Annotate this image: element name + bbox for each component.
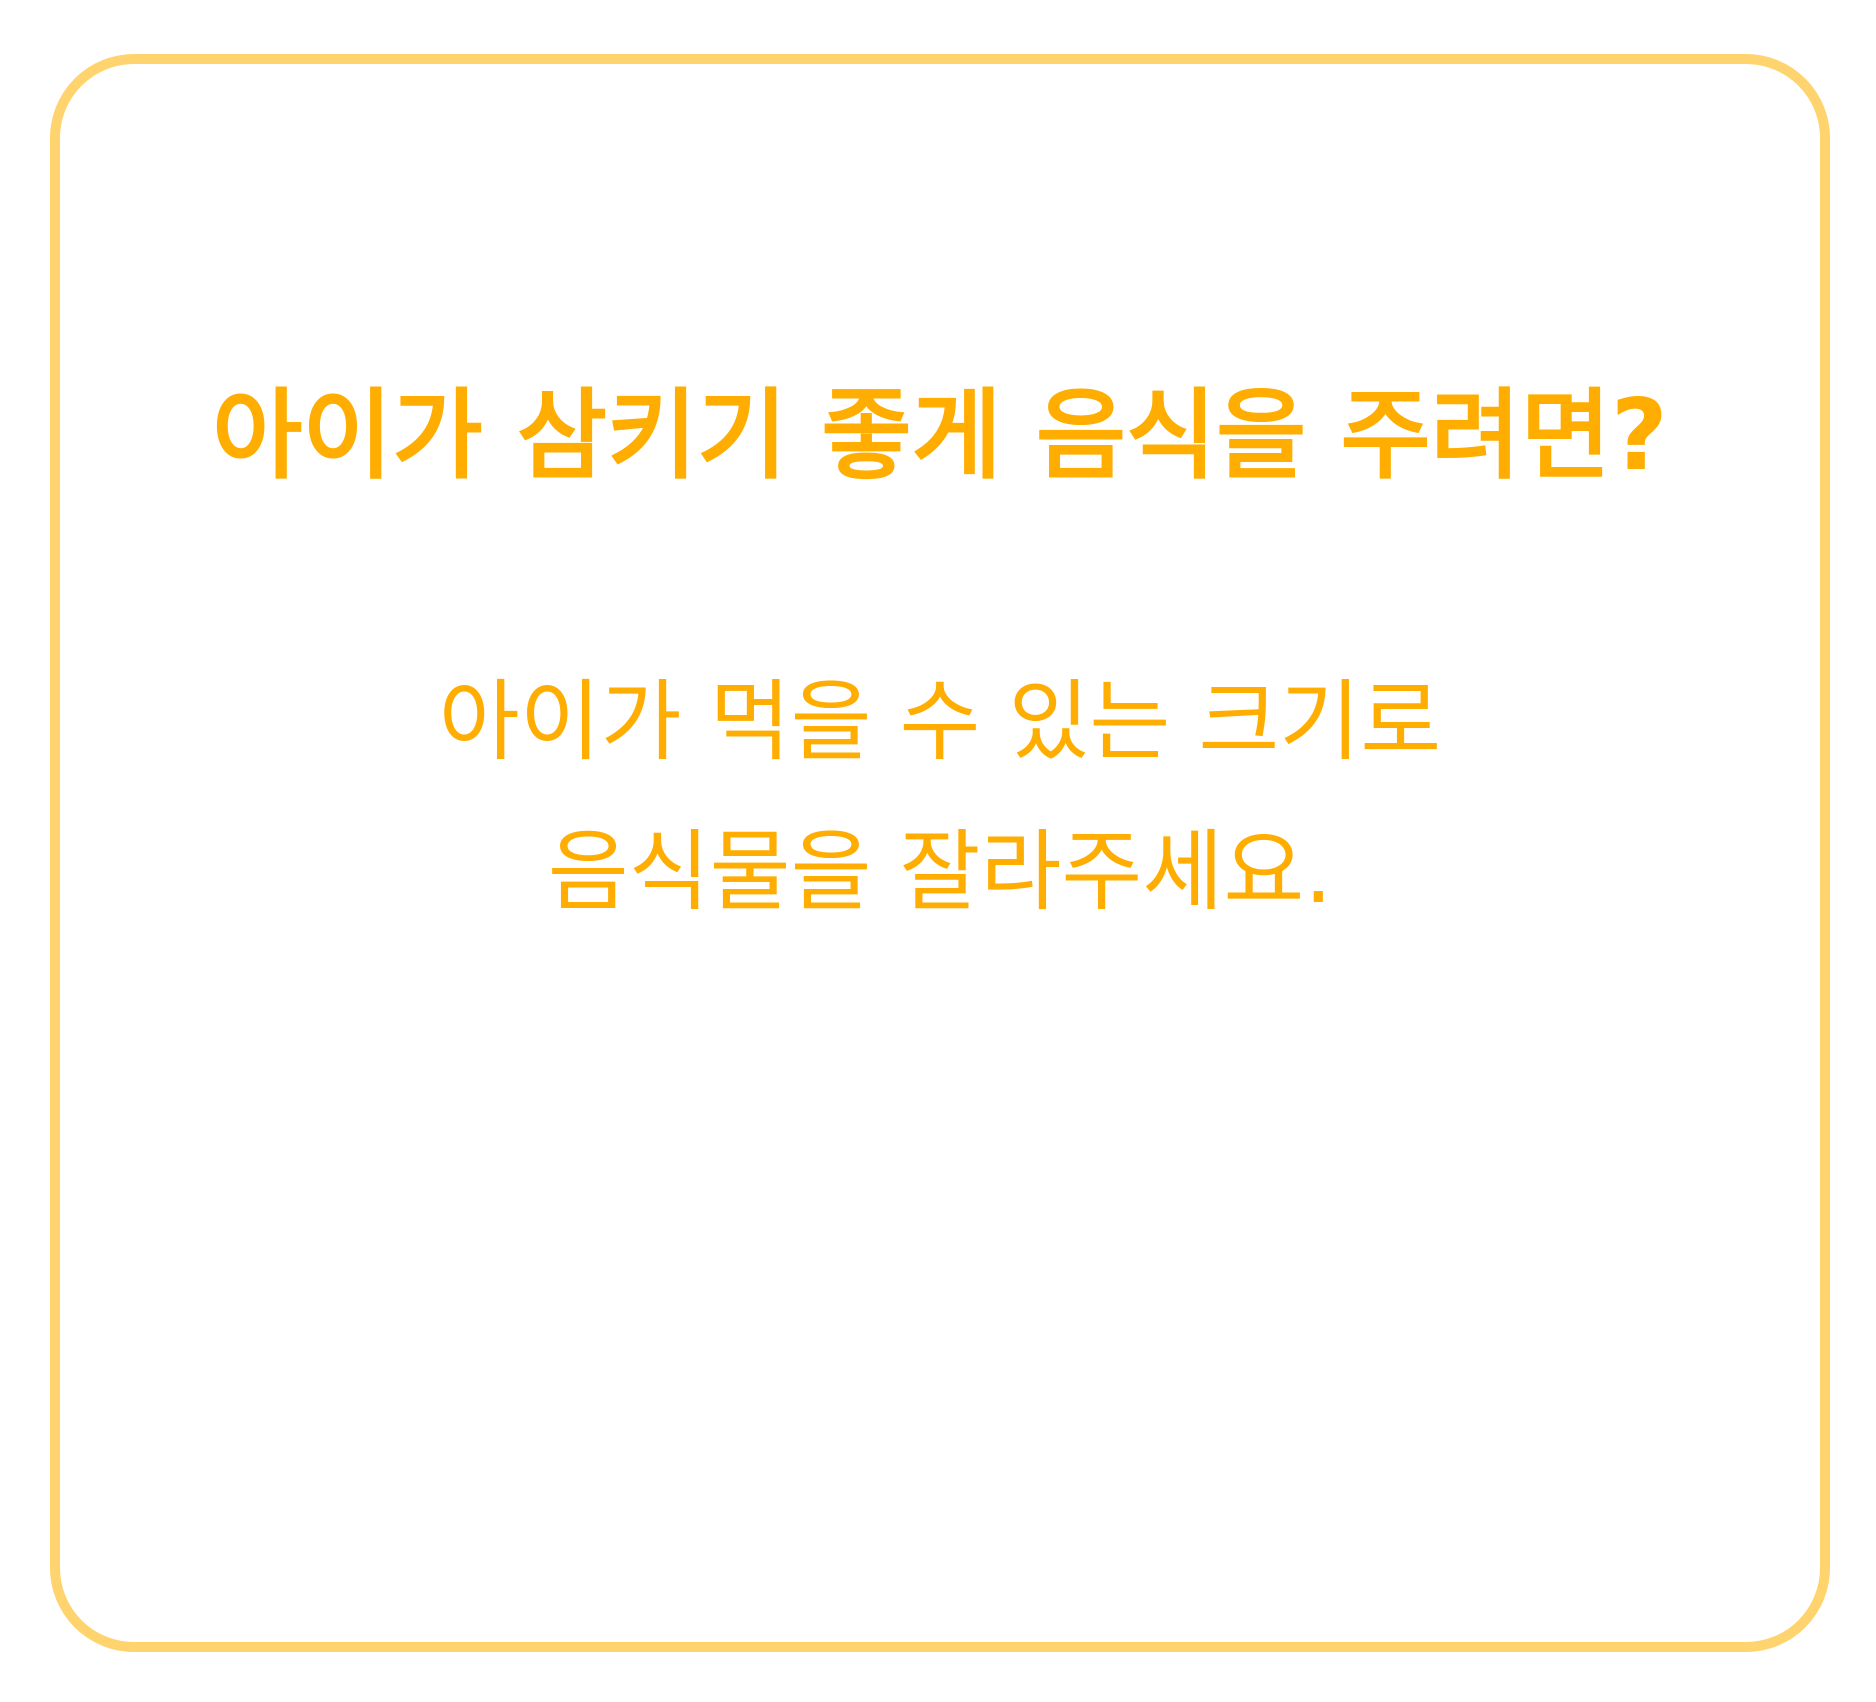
card-body-line-1: 아이가 먹을 수 있는 크기로 xyxy=(438,670,1442,773)
card-title: 아이가 삼키기 좋게 음식을 주려면? xyxy=(212,379,1668,493)
card-body: 아이가 먹을 수 있는 크기로 음식물을 잘라주세요. xyxy=(60,647,1820,947)
card-body-line-2: 음식물을 잘라주세요. xyxy=(547,820,1333,923)
info-card: 아이가 삼키기 좋게 음식을 주려면? 아이가 먹을 수 있는 크기로 음식물을… xyxy=(50,54,1830,1652)
